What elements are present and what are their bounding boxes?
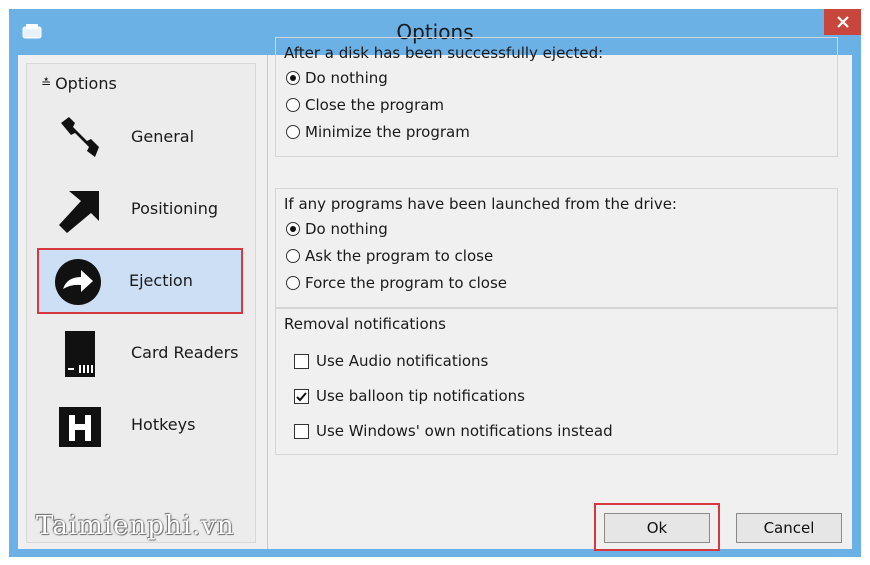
radio-label: Do nothing (305, 69, 388, 87)
radio-label: Do nothing (305, 220, 388, 238)
radio-label: Close the program (305, 96, 445, 114)
checkbox-windows-notifications[interactable]: Use Windows' own notifications instead (294, 422, 613, 440)
eject-arrow-icon (55, 259, 101, 305)
chevron-down-icon: ≛ (41, 76, 52, 90)
checkbox-label: Use Audio notifications (316, 352, 489, 370)
checkbox-label: Use balloon tip notifications (316, 387, 525, 405)
checkbox-audio-notifications[interactable]: Use Audio notifications (294, 352, 488, 370)
radio-button[interactable] (286, 249, 300, 263)
radio-button[interactable] (286, 276, 300, 290)
checkbox[interactable] (294, 353, 309, 369)
watermark: Taimienphi.vn (36, 511, 235, 541)
sd-card-icon (65, 331, 95, 377)
ok-button[interactable]: Ok (604, 513, 710, 543)
group-title: Removal notifications (284, 315, 446, 333)
sidebar: ≛ Options General Positioning Ejection C… (26, 63, 256, 543)
sidebar-header[interactable]: ≛ Options (41, 74, 117, 93)
wrench-icon (61, 117, 99, 157)
sidebar-item-card-readers[interactable]: Card Readers (41, 322, 241, 384)
sidebar-item-label: Hotkeys (131, 415, 196, 434)
sidebar-item-positioning[interactable]: Positioning (41, 178, 241, 240)
checkbox-label: Use Windows' own notifications instead (316, 422, 613, 440)
sidebar-item-label: Positioning (131, 199, 219, 218)
radio-eject-close-program[interactable]: Close the program (286, 96, 444, 114)
radio-button[interactable] (286, 98, 300, 112)
radio-eject-do-nothing[interactable]: Do nothing (286, 69, 388, 87)
options-window: Options ≛ Options General Positioning Ej… (9, 9, 861, 557)
sidebar-item-hotkeys[interactable]: Hotkeys (41, 394, 241, 456)
programs-group: If any programs have been launched from … (275, 188, 838, 308)
checkbox[interactable] (294, 423, 309, 439)
close-button[interactable] (824, 9, 861, 35)
sidebar-item-label: Ejection (129, 271, 193, 290)
radio-eject-minimize-program[interactable]: Minimize the program (286, 123, 470, 141)
sidebar-item-label: Card Readers (131, 343, 239, 362)
radio-button[interactable] (286, 125, 300, 139)
radio-label: Ask the program to close (305, 247, 494, 265)
sidebar-item-general[interactable]: General (41, 106, 241, 168)
arrow-icon (59, 191, 99, 233)
group-title: If any programs have been launched from … (284, 195, 677, 213)
radio-programs-do-nothing[interactable]: Do nothing (286, 220, 388, 238)
sidebar-header-label: Options (55, 74, 117, 93)
radio-button[interactable] (286, 222, 300, 236)
dialog-body: ≛ Options General Positioning Ejection C… (18, 37, 852, 551)
checkbox[interactable] (294, 388, 309, 404)
ejected-group: After a disk has been successfully eject… (275, 37, 838, 157)
close-icon (836, 16, 849, 28)
panel-divider (267, 55, 268, 549)
checkmark-icon (296, 391, 307, 401)
group-title: After a disk has been successfully eject… (284, 44, 604, 62)
radio-programs-force-close[interactable]: Force the program to close (286, 274, 507, 292)
radio-label: Force the program to close (305, 274, 507, 292)
sidebar-item-label: General (131, 127, 195, 146)
sidebar-item-ejection[interactable]: Ejection (37, 248, 243, 314)
notifications-group: Removal notifications Use Audio notifica… (275, 308, 838, 455)
hotkey-h-icon (59, 407, 101, 447)
radio-button[interactable] (286, 71, 300, 85)
radio-programs-ask-close[interactable]: Ask the program to close (286, 247, 493, 265)
checkbox-balloon-notifications[interactable]: Use balloon tip notifications (294, 387, 525, 405)
radio-label: Minimize the program (305, 123, 470, 141)
cancel-button[interactable]: Cancel (736, 513, 842, 543)
